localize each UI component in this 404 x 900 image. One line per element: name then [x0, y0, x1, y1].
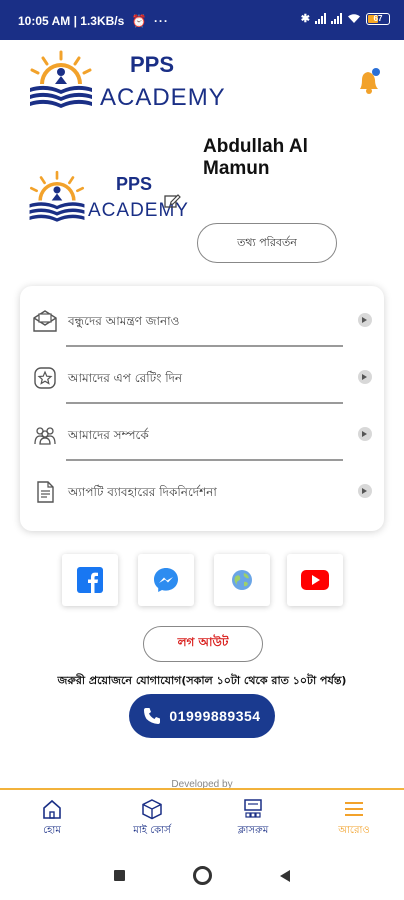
header-logo: PPS ACADEMY — [26, 50, 225, 112]
logo-title-pps: PPS — [116, 174, 153, 194]
logout-button[interactable]: লগ আউট — [143, 626, 263, 662]
academy-emblem-icon — [29, 170, 85, 222]
home-icon — [43, 799, 61, 819]
emergency-contact-text: জরুরী প্রয়োজনে যোগাযোগ(সকাল ১০টা থেকে র… — [57, 674, 347, 687]
profile-name: Abdullah Al Mamun — [203, 136, 308, 179]
system-navigation-bar — [0, 848, 404, 900]
facebook-button[interactable] — [62, 554, 118, 606]
developed-by-text: Developed by — [171, 779, 233, 788]
logo-title-pps: PPS — [130, 52, 175, 77]
menu-item-about-us[interactable]: আমাদের সম্পর্কে — [20, 412, 384, 468]
menu-label: বন্ধুদের আমন্ত্রণ জানাও — [68, 314, 180, 328]
nav-label: হোম — [43, 825, 61, 836]
messenger-icon — [154, 568, 178, 592]
guide-document-icon — [37, 481, 54, 503]
battery-level: 67 — [373, 13, 383, 23]
status-time-speed: 10:05 AM | 1.3KB/s — [18, 14, 125, 28]
signal-icon-1 — [315, 13, 326, 24]
menu-label: আমাদের এপ রেটিং দিন — [68, 371, 183, 385]
menu-item-invite-friends[interactable]: বন্ধুদের আমন্ত্রণ জানাও — [20, 298, 384, 354]
nav-more[interactable]: আরোও — [309, 798, 399, 840]
classroom-icon — [244, 799, 262, 818]
divider — [66, 402, 343, 404]
about-us-group-icon — [34, 427, 56, 445]
signal-icon-2 — [331, 13, 342, 24]
website-globe-icon — [232, 570, 252, 590]
chevron-right-icon — [358, 484, 372, 498]
profile-avatar-logo: PPS ACADEMY — [26, 170, 188, 226]
youtube-icon — [301, 570, 329, 590]
menu-hamburger-icon — [345, 802, 363, 816]
nav-label: ক্লাসরুম — [237, 825, 269, 836]
bottom-navigation: হোম মাই কোর্স ক্লাসরুম আরোও — [0, 788, 404, 848]
nav-label: মাই কোর্স — [133, 825, 171, 836]
invite-envelope-icon — [33, 310, 57, 332]
my-course-box-icon — [142, 799, 162, 820]
menu-card: বন্ধুদের আমন্ত্রণ জানাও আমাদের এপ রেটিং … — [20, 286, 384, 531]
youtube-button[interactable] — [287, 554, 343, 606]
nav-classroom[interactable]: ক্লাসরুম — [208, 798, 298, 840]
battery-icon: 67 — [366, 12, 390, 25]
divider — [66, 459, 343, 461]
back-icon[interactable] — [279, 869, 291, 883]
status-bar: 10:05 AM | 1.3KB/s ⏰ ··· ✱ 67 — [0, 0, 404, 40]
status-more: ··· — [153, 14, 169, 28]
recent-apps-icon[interactable] — [114, 870, 125, 881]
menu-label: আমাদের সম্পর্কে — [68, 428, 149, 442]
alarm-icon: ⏰ — [131, 14, 147, 28]
wifi-icon — [348, 14, 360, 23]
divider — [66, 345, 343, 347]
star-rating-icon — [34, 367, 56, 389]
website-button[interactable] — [214, 554, 270, 606]
home-system-icon[interactable] — [193, 866, 212, 885]
menu-item-rate-app[interactable]: আমাদের এপ রেটিং দিন — [20, 355, 384, 411]
edit-pencil-icon[interactable] — [163, 192, 181, 210]
phone-number: 01999889354 — [169, 708, 261, 724]
nav-home[interactable]: হোম — [7, 798, 97, 840]
chevron-right-icon — [358, 427, 372, 441]
menu-label: অ্যাপটি ব্যাবহারের দিকনির্দেশনা — [68, 485, 217, 499]
chevron-right-icon — [358, 313, 372, 327]
logo-title-academy: ACADEMY — [100, 84, 226, 111]
status-time: 10:05 AM | 1.3KB/s ⏰ ··· — [18, 14, 169, 28]
academy-emblem-icon — [30, 50, 92, 108]
messenger-button[interactable] — [138, 554, 194, 606]
facebook-icon — [77, 567, 103, 593]
phone-icon — [144, 708, 161, 724]
call-phone-button[interactable]: 01999889354 — [129, 694, 275, 738]
nav-label: আরোও — [338, 825, 370, 836]
status-icons: ✱ 67 — [301, 12, 390, 25]
nav-my-course[interactable]: মাই কোর্স — [107, 798, 197, 840]
chevron-right-icon — [358, 370, 372, 384]
menu-item-app-guide[interactable]: অ্যাপটি ব্যাবহারের দিকনির্দেশনা — [20, 469, 384, 525]
bluetooth-icon: ✱ — [300, 13, 310, 25]
notification-bell-icon[interactable] — [356, 68, 382, 96]
edit-profile-button[interactable]: তথ্য পরিবর্তন — [197, 223, 337, 263]
